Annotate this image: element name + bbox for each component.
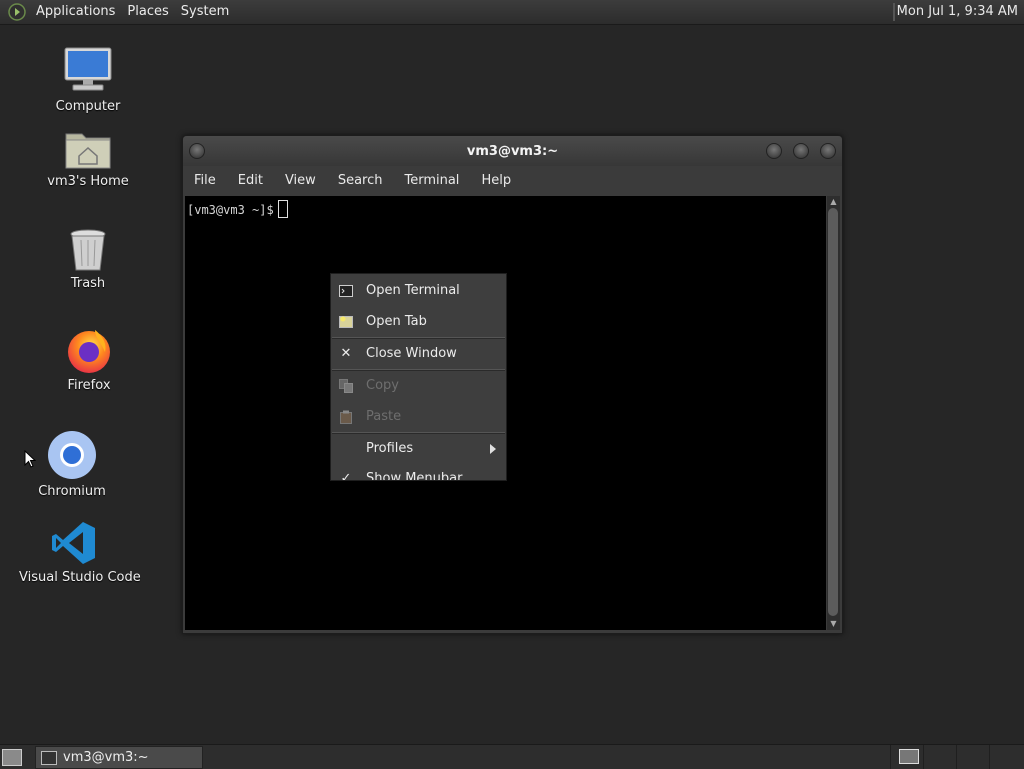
- scrollbar-thumb[interactable]: [828, 208, 838, 616]
- firefox-icon: [68, 330, 110, 373]
- computer-icon: [64, 47, 112, 91]
- trash-icon: [70, 229, 106, 271]
- desktop-icon-label: vm3's Home: [47, 174, 129, 189]
- taskbar-window-button[interactable]: vm3@vm3:~: [35, 746, 203, 769]
- copy-icon: [339, 379, 353, 393]
- desktop-icon-label: Trash: [70, 276, 106, 291]
- ctx-close-window[interactable]: ✕ Close Window: [331, 339, 506, 369]
- scroll-up-icon[interactable]: ▲: [827, 197, 840, 207]
- ctx-profiles[interactable]: Profiles: [331, 434, 506, 464]
- ctx-label: Copy: [366, 378, 399, 393]
- desktop-icon-label: Visual Studio Code: [19, 570, 141, 585]
- ctx-label: Profiles: [366, 441, 414, 456]
- desktop-icon-computer[interactable]: Computer: [33, 45, 143, 114]
- menu-search[interactable]: Search: [327, 168, 394, 194]
- system-menu[interactable]: System: [175, 0, 235, 24]
- window-title: vm3@vm3:~: [466, 144, 559, 159]
- new-tab-icon: [339, 316, 353, 328]
- close-icon: ✕: [340, 346, 352, 361]
- desktop-icon-vscode[interactable]: Visual Studio Code: [19, 520, 141, 585]
- top-panel: Applications Places System Mon Jul 1, 9:…: [0, 0, 1024, 25]
- chromium-icon: [48, 431, 96, 479]
- terminal-icon: [339, 285, 353, 297]
- window-titlebar[interactable]: vm3@vm3:~: [183, 136, 842, 166]
- terminal-menubar: File Edit View Search Terminal Help: [183, 168, 842, 194]
- menu-file[interactable]: File: [183, 168, 227, 194]
- desktop-icon-home[interactable]: vm3's Home: [33, 128, 143, 189]
- ctx-paste[interactable]: Paste: [331, 402, 506, 432]
- close-window-button[interactable]: [820, 143, 836, 159]
- vscode-icon: [52, 522, 95, 564]
- terminal-window[interactable]: vm3@vm3:~ File Edit View Search Terminal…: [182, 135, 843, 634]
- text-cursor: [277, 200, 288, 218]
- terminal-scrollbar[interactable]: ▲ ▼: [827, 196, 840, 630]
- ctx-copy[interactable]: Copy: [331, 371, 506, 401]
- desktop-icon-firefox[interactable]: Firefox: [34, 326, 144, 393]
- terminal-icon: [41, 751, 57, 765]
- menu-view[interactable]: View: [274, 168, 327, 194]
- menu-edit[interactable]: Edit: [227, 168, 274, 194]
- desktop-icon-label: Firefox: [67, 378, 111, 393]
- clock[interactable]: Mon Jul 1, 9:34 AM: [895, 0, 1020, 24]
- desktop-icon-label: Chromium: [38, 484, 106, 499]
- workspace-window-thumbnail: [899, 749, 919, 764]
- context-menu: Open Terminal Open Tab ✕ Close Window Co…: [330, 273, 507, 481]
- maximize-button[interactable]: [793, 143, 809, 159]
- workspace-2[interactable]: [923, 745, 956, 769]
- ctx-label: Paste: [366, 409, 402, 424]
- desktop-icon-trash[interactable]: Trash: [33, 228, 143, 291]
- applications-menu[interactable]: Applications: [30, 0, 121, 24]
- ctx-open-tab[interactable]: Open Tab: [331, 307, 506, 337]
- submenu-arrow-icon: [490, 444, 496, 454]
- menu-terminal[interactable]: Terminal: [393, 168, 470, 194]
- ctx-label: Open Terminal: [366, 283, 460, 298]
- shell-prompt: [vm3@vm3 ~]$: [187, 200, 288, 218]
- home-folder-icon: [65, 133, 111, 169]
- show-desktop-icon[interactable]: [2, 749, 22, 766]
- ctx-show-menubar[interactable]: ✓ Show Menubar: [331, 464, 506, 481]
- paste-icon: [340, 410, 352, 424]
- applications-logo-icon[interactable]: [8, 3, 26, 21]
- minimize-button[interactable]: [766, 143, 782, 159]
- ctx-label: Open Tab: [366, 314, 427, 329]
- menu-help[interactable]: Help: [470, 168, 522, 194]
- check-icon: ✓: [340, 471, 352, 481]
- bottom-panel: vm3@vm3:~: [0, 744, 1024, 769]
- desktop-icon-label: Computer: [55, 99, 121, 114]
- ctx-label: Show Menubar: [366, 471, 463, 481]
- places-menu[interactable]: Places: [121, 0, 174, 24]
- workspace-4[interactable]: [989, 745, 1022, 769]
- ctx-label: Close Window: [366, 346, 457, 361]
- prompt-text: [vm3@vm3 ~]$: [187, 203, 274, 217]
- scroll-down-icon[interactable]: ▼: [827, 619, 840, 629]
- ctx-open-terminal[interactable]: Open Terminal: [331, 276, 506, 306]
- taskbar-window-label: vm3@vm3:~: [63, 750, 149, 765]
- workspace-3[interactable]: [956, 745, 989, 769]
- mouse-pointer-icon: [24, 450, 36, 468]
